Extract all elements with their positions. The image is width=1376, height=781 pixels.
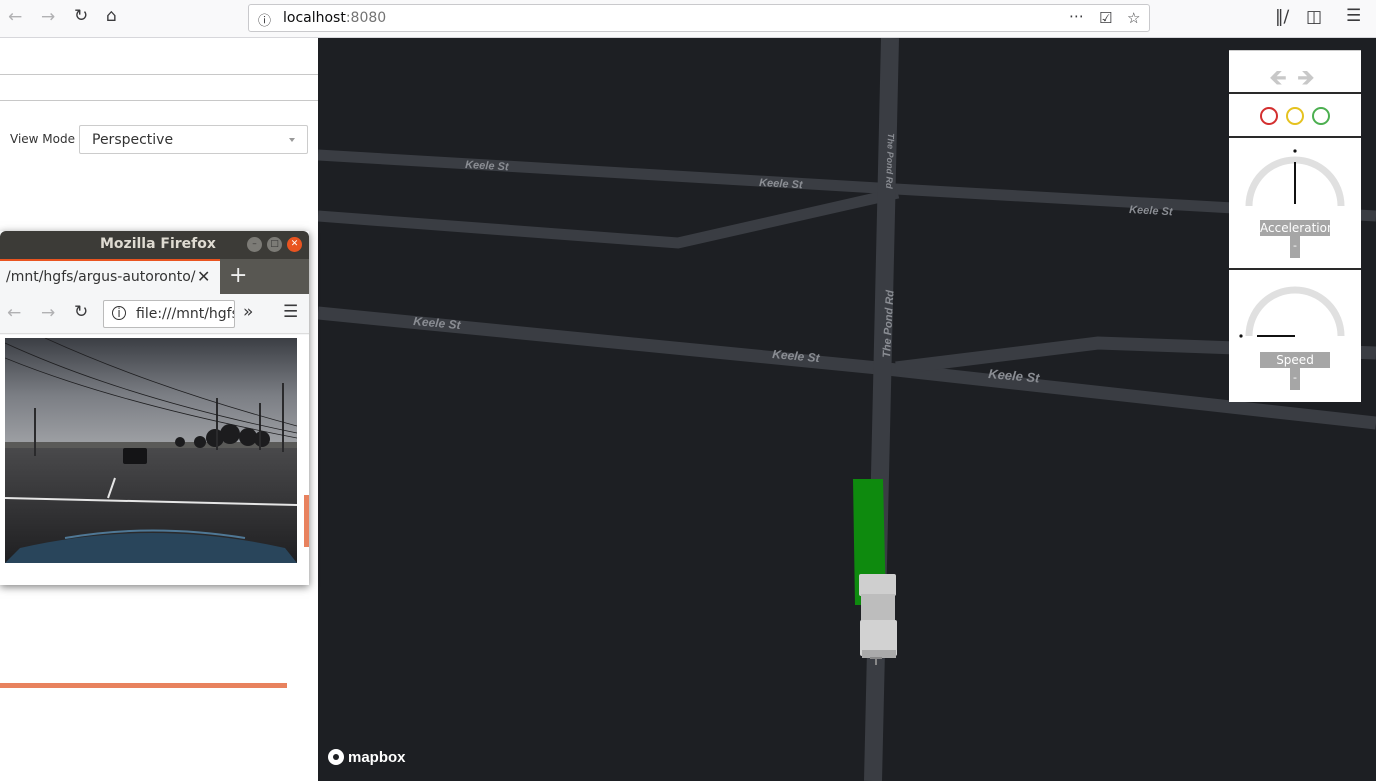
street-label: The Pond Rd (884, 133, 896, 189)
new-tab-icon[interactable]: + (229, 263, 247, 288)
view-mode-label: View Mode (10, 132, 75, 146)
popup-title: Mozilla Firefox (100, 236, 216, 252)
home-icon[interactable]: ⌂ (106, 8, 117, 25)
popup-url-text: file:///mnt/hgfs/argus-autoronto/ (136, 306, 235, 322)
speed-label: Speed (1260, 352, 1330, 368)
divider (0, 100, 318, 101)
turn-signal-widget: 🡸 🡺 (1229, 50, 1361, 94)
mapbox-icon (328, 749, 344, 765)
library-icon[interactable]: ‖∕ (1275, 9, 1289, 26)
info-icon[interactable]: ⓘ (258, 10, 271, 29)
popup-content (0, 335, 309, 688)
menu-icon[interactable]: ☰ (283, 304, 298, 321)
popup-url-bar[interactable]: i file:///mnt/hgfs/argus-autoronto/ (103, 300, 235, 328)
close-icon[interactable]: ✕ (287, 237, 302, 252)
mapbox-logo[interactable]: mapbox (328, 749, 406, 766)
camera-image (5, 338, 297, 563)
url-bar[interactable]: ⓘ localhost:8080 ⋯ ☑ ☆ (248, 4, 1150, 32)
chevron-down-icon (289, 138, 295, 142)
popup-tabstrip: /mnt/hgfs/argus-autoronto/ ✕ + (0, 259, 309, 294)
street-label: The Pond Rd (881, 290, 897, 359)
tab-close-icon[interactable]: ✕ (197, 267, 387, 286)
forward-icon[interactable]: → (41, 9, 55, 26)
pocket-icon[interactable]: ☑ (1099, 9, 1112, 27)
reload-icon[interactable]: ↻ (74, 8, 88, 25)
info-icon: i (112, 306, 126, 320)
yellow-light-icon (1286, 107, 1304, 125)
more-icon[interactable]: ⋯ (1069, 7, 1084, 25)
popup-tab-title: /mnt/hgfs/argus-autoronto/ (6, 269, 196, 285)
vertical-scrollbar[interactable] (304, 495, 309, 547)
traffic-light-widget (1229, 94, 1361, 138)
reload-icon[interactable]: ↻ (74, 304, 88, 321)
view-mode-select[interactable]: Perspective (79, 125, 308, 154)
back-icon[interactable]: ← (8, 9, 22, 26)
popup-window[interactable]: Mozilla Firefox – □ ✕ /mnt/hgfs/argus-au… (0, 231, 309, 688)
popup-titlebar[interactable]: Mozilla Firefox – □ ✕ (0, 231, 309, 259)
maximize-icon[interactable]: □ (267, 237, 282, 252)
road-keele-lower (318, 306, 1376, 430)
popup-tab[interactable]: /mnt/hgfs/argus-autoronto/ ✕ (0, 259, 220, 294)
mapbox-text: mapbox (348, 749, 406, 766)
street-label: Keele St (1129, 204, 1174, 218)
star-icon[interactable]: ☆ (1127, 9, 1140, 27)
horizontal-scrollbar[interactable] (0, 683, 287, 688)
acceleration-gauge: Acceleration - (1229, 138, 1361, 270)
map-view[interactable]: Keele St Keele St Keele St Keele St Keel… (318, 38, 1376, 781)
acceleration-value: - (1290, 236, 1300, 258)
vehicle-model (859, 574, 897, 665)
speed-gauge: Speed - (1229, 270, 1361, 402)
url-text: localhost:8080 (283, 10, 386, 26)
red-light-icon (1260, 107, 1278, 125)
back-icon[interactable]: ← (7, 305, 21, 322)
divider (0, 74, 318, 75)
browser-toolbar: ← → ↻ ⌂ ⓘ localhost:8080 ⋯ ☑ ☆ ‖∕ ◫ ☰ (0, 0, 1376, 38)
view-mode-value: Perspective (92, 132, 174, 148)
speed-value: - (1290, 368, 1300, 390)
overflow-icon[interactable]: » (243, 304, 253, 321)
road-branch (318, 187, 900, 249)
popup-navbar: ← → ↻ i file:///mnt/hgfs/argus-autoronto… (0, 294, 309, 334)
forward-icon[interactable]: → (41, 305, 55, 322)
menu-icon[interactable]: ☰ (1346, 8, 1361, 25)
map-canvas[interactable]: Keele St Keele St Keele St Keele St Keel… (318, 38, 1376, 781)
green-light-icon (1312, 107, 1330, 125)
url-host: localhost (283, 10, 346, 26)
acceleration-label: Acceleration (1260, 220, 1335, 236)
vehicle-widgets: 🡸 🡺 Acceleration - Speed - (1229, 50, 1361, 402)
street-label: Keele St (465, 159, 510, 173)
sidebar-icon[interactable]: ◫ (1306, 9, 1322, 26)
minimize-icon[interactable]: – (247, 237, 262, 252)
street-label: Keele St (759, 177, 804, 191)
url-port: :8080 (345, 10, 387, 26)
